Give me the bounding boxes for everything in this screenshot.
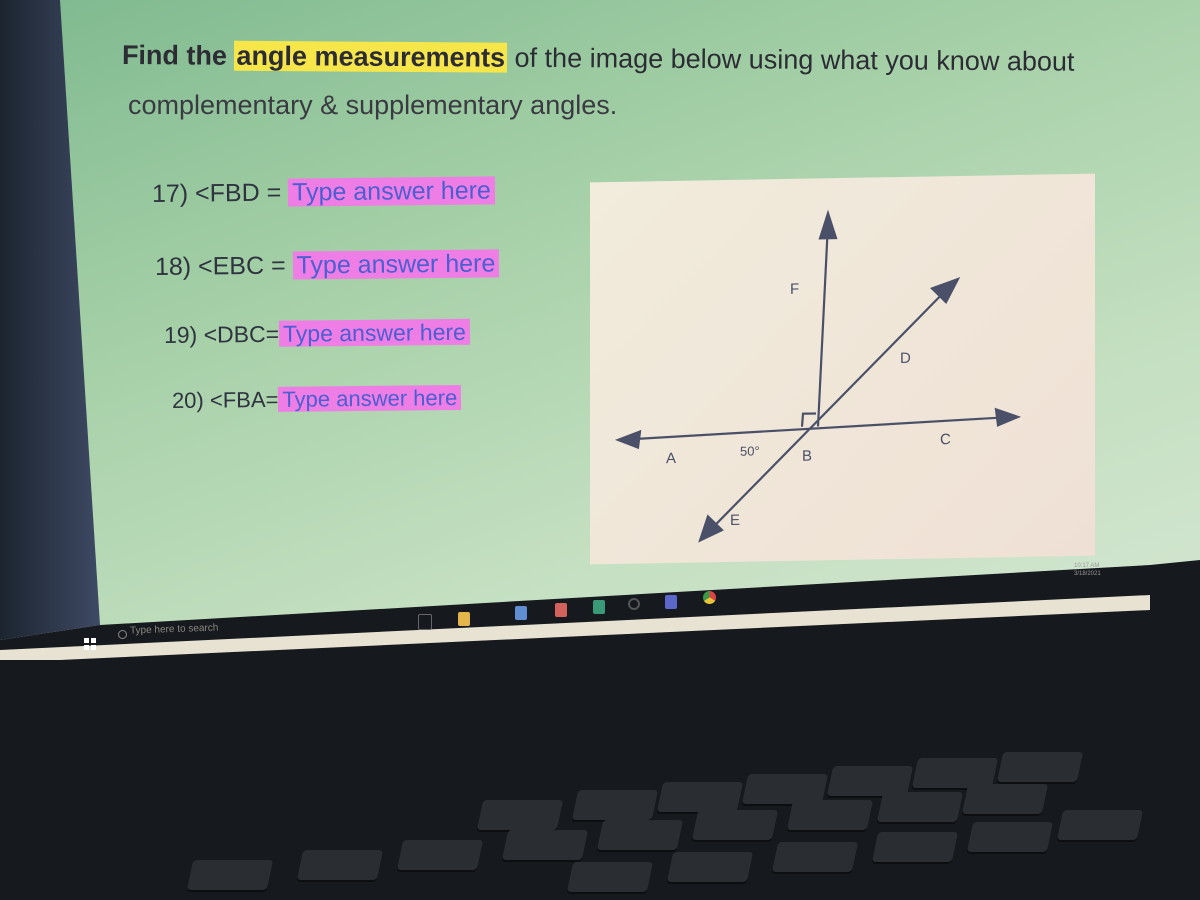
answer-field[interactable]: Type answer here bbox=[288, 176, 496, 207]
keyboard-key bbox=[396, 840, 484, 870]
question-label: 20) <FBA= bbox=[171, 386, 279, 413]
arrow-e bbox=[698, 514, 724, 543]
calendar-icon[interactable] bbox=[515, 606, 527, 620]
keyboard-key bbox=[186, 860, 274, 890]
keyboard-key bbox=[596, 820, 684, 850]
label-e: E bbox=[730, 512, 740, 529]
windows-start-icon[interactable] bbox=[84, 638, 96, 650]
arrow-c bbox=[994, 407, 1022, 427]
title-highlight: angle measurements bbox=[234, 40, 508, 73]
question-label: 17) <FBD = bbox=[151, 178, 289, 208]
label-d: D bbox=[900, 350, 911, 367]
task-view-icon[interactable] bbox=[418, 614, 432, 630]
angle-label: 50° bbox=[740, 443, 760, 458]
keyboard-key bbox=[566, 862, 654, 892]
settings-icon[interactable] bbox=[628, 598, 640, 610]
label-f: F bbox=[790, 281, 799, 298]
app-icon[interactable] bbox=[593, 600, 605, 614]
title-text: of the image below using what you know a… bbox=[506, 42, 1075, 77]
question-19: 19) <DBC= Type answer here bbox=[163, 318, 471, 349]
label-a: A bbox=[666, 450, 676, 467]
keyboard-key bbox=[571, 790, 659, 820]
keyboard-key bbox=[656, 782, 744, 812]
arrow-a bbox=[614, 429, 642, 450]
answer-field[interactable]: Type answer here bbox=[278, 384, 462, 412]
keyboard-key bbox=[996, 752, 1084, 782]
line-ac bbox=[619, 415, 1011, 441]
keyboard-key bbox=[966, 822, 1054, 852]
angle-diagram: A B C D E F 50° bbox=[590, 173, 1095, 565]
keyboard-key bbox=[871, 832, 959, 862]
keyboard-key bbox=[501, 830, 589, 860]
file-explorer-icon[interactable] bbox=[458, 612, 470, 626]
keyboard-key bbox=[666, 852, 754, 882]
keyboard-key bbox=[476, 800, 564, 830]
ray-bf bbox=[816, 223, 830, 427]
line-ed bbox=[709, 285, 951, 532]
keyboard-key bbox=[876, 792, 964, 822]
arrow-f bbox=[818, 209, 838, 240]
keyboard-key bbox=[691, 810, 779, 840]
taskbar-search-input[interactable]: Type here to search bbox=[130, 622, 219, 636]
question-20: 20) <FBA= Type answer here bbox=[171, 384, 462, 414]
title-text: Find the bbox=[121, 40, 235, 71]
keyboard-key bbox=[786, 800, 874, 830]
question-label: 18) <EBC = bbox=[154, 251, 293, 281]
answer-field[interactable]: Type answer here bbox=[292, 249, 500, 280]
keyboard-key bbox=[771, 842, 859, 872]
clock-date: 3/18/2021 bbox=[1074, 571, 1101, 577]
worksheet-subtitle: complementary & supplementary angles. bbox=[128, 90, 618, 120]
label-b: B bbox=[802, 448, 812, 465]
chrome-icon[interactable] bbox=[703, 591, 716, 604]
worksheet-title: Find the angle measurements of the image… bbox=[122, 40, 1075, 78]
teams-icon[interactable] bbox=[665, 595, 677, 609]
app-icon[interactable] bbox=[555, 603, 567, 617]
taskbar-clock[interactable]: 10:17 AM 3/18/2021 bbox=[1074, 562, 1101, 578]
question-label: 19) <DBC= bbox=[163, 320, 280, 348]
question-17: 17) <FBD = Type answer here bbox=[151, 176, 496, 209]
keyboard-key bbox=[961, 784, 1049, 814]
clock-time: 10:17 AM bbox=[1074, 563, 1100, 569]
label-c: C bbox=[940, 431, 951, 448]
search-icon bbox=[118, 630, 127, 639]
question-18: 18) <EBC = Type answer here bbox=[155, 249, 500, 282]
answer-field[interactable]: Type answer here bbox=[278, 318, 471, 347]
keyboard-key bbox=[296, 850, 384, 880]
keyboard-key bbox=[1056, 810, 1144, 840]
